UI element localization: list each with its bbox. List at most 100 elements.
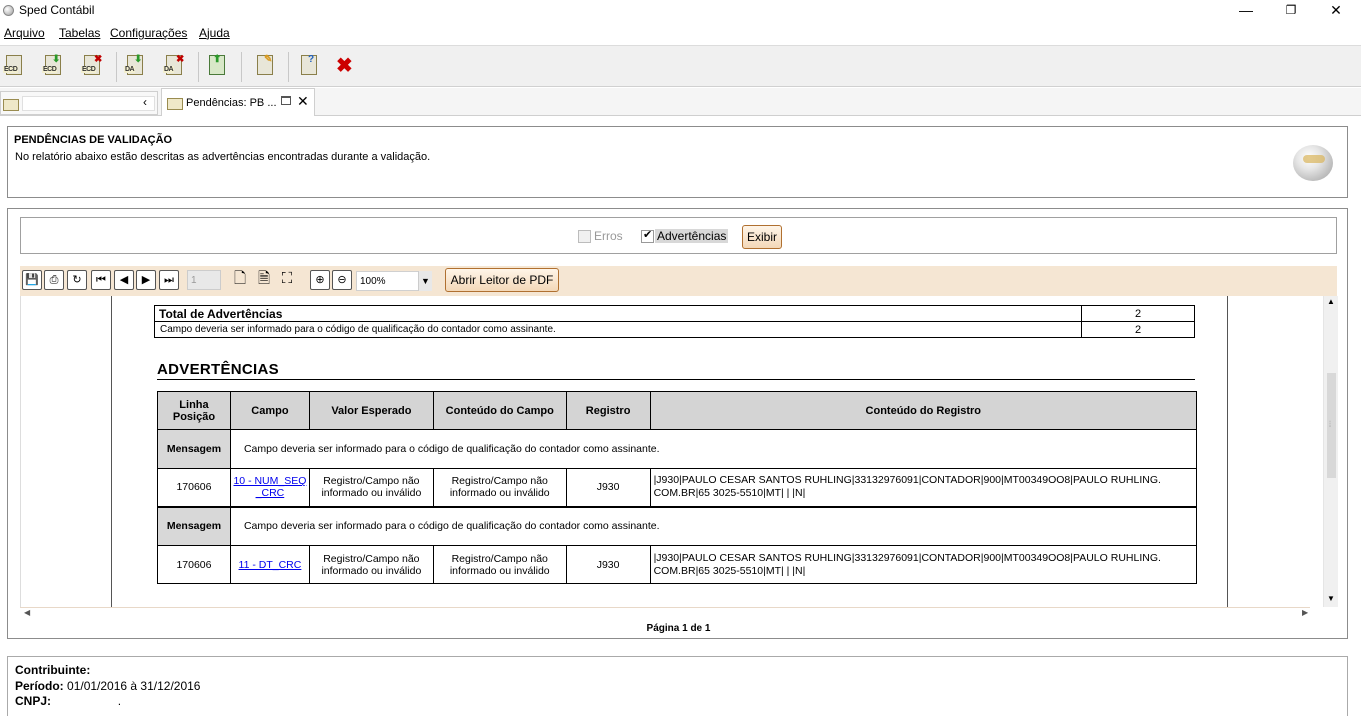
tab-label: Pendências: PB ...	[186, 97, 277, 109]
open-pdf-button[interactable]: Abrir Leitor de PDF	[445, 268, 559, 292]
conteudo-campo-cell: Registro/Campo não informado ou inválido	[432, 545, 567, 584]
report-canvas: Total de Advertências 2 Campo deveria se…	[20, 296, 1338, 607]
navigator-field[interactable]	[22, 96, 155, 111]
column-header: Campo	[229, 391, 310, 430]
section-title: ADVERTÊNCIAS	[157, 361, 279, 378]
table-row: 170606 11 - DT_CRC Registro/Campo não in…	[157, 545, 1198, 584]
prev-page-icon[interactable]: ◀	[114, 270, 134, 290]
toolbar-separator	[288, 52, 289, 82]
close-icon[interactable]: ✖	[336, 53, 353, 78]
maximize-icon[interactable]	[281, 96, 291, 105]
column-header: Valor Esperado	[308, 391, 434, 430]
campo-cell: 10 - NUM_SEQ_CRC	[229, 468, 310, 507]
next-page-icon[interactable]: ▶	[136, 270, 156, 290]
menu-ajuda[interactable]: Ajuda	[199, 26, 230, 40]
refresh-icon[interactable]: ↻	[67, 270, 87, 290]
message-label: Mensagem	[157, 505, 231, 546]
close-window-button[interactable]: ✕	[1313, 0, 1359, 22]
chevron-down-icon[interactable]: ▼	[418, 271, 432, 291]
da-delete-icon[interactable]: ✖ DA	[163, 54, 187, 78]
report-panel: Erros Advertências Exibir 💾 ⎙ ↻ ⏮ ◀ ▶ ⏭ …	[7, 208, 1348, 639]
valor-esperado-cell: Registro/Campo não informado ou inválido	[308, 545, 434, 584]
section-divider	[157, 379, 1195, 380]
conteudo-campo-cell: Registro/Campo não informado ou inválido	[432, 468, 567, 507]
page-info: Página 1 de 1	[646, 623, 711, 634]
app-icon	[3, 5, 14, 16]
whole-page-icon[interactable]: ⛶	[277, 270, 297, 290]
ecd-icon	[3, 99, 19, 111]
exibir-button[interactable]: Exibir	[742, 225, 782, 249]
chevron-left-icon[interactable]: ‹	[143, 95, 147, 109]
toolbar-separator	[241, 52, 242, 82]
window-title: Sped Contábil	[19, 3, 95, 17]
scroll-grip-icon: ⦙	[1329, 419, 1332, 429]
close-icon[interactable]: ✕	[297, 93, 309, 110]
main-toolbar: ECD ⬇ ECD ✖ ECD ⬇ DA ✖ DA ⬆ ✎ ? ✖	[0, 45, 1361, 87]
periodo-value: 01/01/2016 à 31/12/2016	[67, 679, 201, 693]
header-panel: PENDÊNCIAS DE VALIDAÇÃO No relatório aba…	[7, 126, 1348, 198]
zoom-out-icon[interactable]: ⊖	[332, 270, 352, 290]
footer-panel: Contribuinte: Período: 01/01/2016 à 31/1…	[7, 656, 1348, 716]
cnpj-value: .	[117, 694, 122, 708]
ecd-icon[interactable]: ECD	[3, 54, 27, 78]
valor-esperado-cell: Registro/Campo não informado ou inválido	[308, 468, 434, 507]
summary-total: 2	[1081, 305, 1195, 322]
column-header: Conteúdo do Campo	[432, 391, 567, 430]
sped-logo-icon	[1293, 145, 1333, 181]
toolbar-separator	[198, 52, 199, 82]
tab-navigator[interactable]: ‹	[0, 91, 158, 115]
summary-header: Total de Advertências	[154, 305, 1082, 322]
table-row: 170606 10 - NUM_SEQ_CRC Registro/Campo n…	[157, 468, 1198, 507]
menu-arquivo[interactable]: Arquivo	[4, 26, 45, 40]
minimize-button[interactable]: —	[1223, 0, 1269, 22]
first-page-icon[interactable]: ⏮	[91, 270, 111, 290]
message-text: Campo deveria ser informado para o códig…	[229, 429, 1198, 469]
vertical-scrollbar[interactable]: ▲ ⦙ ▼	[1323, 296, 1338, 607]
erros-checkbox[interactable]	[578, 230, 591, 243]
zoom-in-icon[interactable]: ⊕	[310, 270, 330, 290]
tab-pendencias[interactable]: Pendências: PB ... ✕	[161, 88, 315, 116]
title-bar: Sped Contábil — ❐ ✕	[0, 0, 1361, 22]
last-page-icon[interactable]: ⏭	[159, 270, 179, 290]
page-description: No relatório abaixo estão descritas as a…	[15, 151, 431, 163]
ecd-import-icon[interactable]: ⬇ ECD	[42, 54, 66, 78]
campo-link[interactable]: 11 - DT_CRC	[239, 559, 302, 571]
transmit-icon[interactable]: ⬆	[206, 54, 230, 78]
edit-icon[interactable]: ✎	[254, 54, 278, 78]
message-row: Mensagem Campo deveria ser informado par…	[157, 505, 1198, 546]
cnpj-label: CNPJ:	[15, 694, 52, 708]
column-header: Conteúdo do Registro	[649, 391, 1198, 430]
ecd-delete-icon[interactable]: ✖ ECD	[81, 54, 105, 78]
summary-table: Total de Advertências 2 Campo deveria se…	[154, 305, 1195, 338]
advertencias-table: Linha Posição Campo Valor Esperado Conte…	[157, 391, 1198, 584]
page-number-input[interactable]: 1	[187, 270, 221, 290]
registro-cell: J930	[565, 468, 651, 507]
page-title: PENDÊNCIAS DE VALIDAÇÃO	[14, 134, 173, 146]
tab-strip: ‹ Pendências: PB ... ✕	[0, 88, 1361, 116]
registro-cell: J930	[565, 545, 651, 584]
summary-count: 2	[1081, 321, 1195, 338]
contribuinte-label: Contribuinte:	[15, 663, 91, 677]
page-width-icon[interactable]: 🗎	[254, 270, 274, 290]
linha-cell: 170606	[157, 468, 231, 507]
scroll-right-icon[interactable]: ▶	[1302, 608, 1308, 617]
menu-tabelas[interactable]: Tabelas	[59, 26, 100, 40]
scroll-up-icon[interactable]: ▲	[1327, 297, 1335, 306]
message-text: Campo deveria ser informado para o códig…	[229, 505, 1198, 546]
campo-link[interactable]: 10 - NUM_SEQ_CRC	[232, 475, 308, 499]
advertencias-checkbox[interactable]	[641, 228, 654, 243]
horizontal-scrollbar[interactable]: ◀ ▶	[20, 607, 1310, 621]
advertencias-label: Advertências	[655, 229, 729, 243]
scroll-left-icon[interactable]: ◀	[24, 608, 30, 617]
da-import-icon[interactable]: ⬇ DA	[124, 54, 148, 78]
single-page-icon[interactable]: 🗋	[230, 270, 250, 290]
save-icon[interactable]: 💾	[22, 270, 42, 290]
summary-message: Campo deveria ser informado para o códig…	[154, 321, 1082, 338]
message-label: Mensagem	[157, 429, 231, 469]
print-icon[interactable]: ⎙	[44, 270, 64, 290]
restore-button[interactable]: ❐	[1268, 0, 1314, 22]
menu-configuracoes[interactable]: Configurações	[110, 26, 187, 40]
scroll-down-icon[interactable]: ▼	[1327, 594, 1335, 603]
campo-cell: 11 - DT_CRC	[229, 545, 310, 584]
help-icon[interactable]: ?	[298, 54, 322, 78]
